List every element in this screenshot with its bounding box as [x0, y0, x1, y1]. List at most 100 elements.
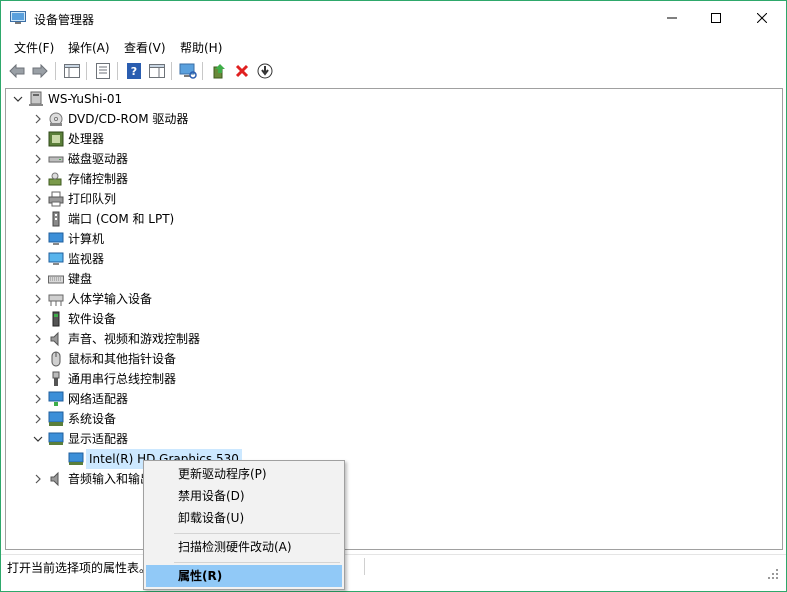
- expand-chevron-icon[interactable]: [31, 369, 45, 389]
- tree-category-label: DVD/CD-ROM 驱动器: [68, 112, 189, 126]
- action-pane-button[interactable]: [146, 60, 168, 82]
- hid-icon: [48, 294, 64, 306]
- maximize-icon: [711, 13, 721, 23]
- printer-icon: [48, 191, 64, 207]
- expand-chevron-icon[interactable]: [31, 189, 45, 209]
- computer-icon: [48, 232, 64, 245]
- status-divider: [364, 558, 365, 575]
- expand-chevron-icon[interactable]: [31, 249, 45, 269]
- forward-button[interactable]: [29, 60, 51, 82]
- status-bar: 打开当前选择项的属性表。: [1, 554, 786, 577]
- toolbar-separator: [117, 62, 118, 80]
- scan-hardware-icon: [179, 63, 197, 79]
- speaker-icon: [50, 331, 59, 347]
- expand-chevron-icon[interactable]: [31, 209, 45, 229]
- title-bar[interactable]: 设备管理器: [1, 1, 786, 35]
- menu-file[interactable]: 文件(F): [14, 39, 54, 56]
- svg-text:?: ?: [131, 65, 137, 78]
- back-arrow-icon: [9, 64, 25, 78]
- menu-item-label: 属性(R): [178, 569, 223, 583]
- update-driver-button[interactable]: [208, 60, 230, 82]
- expand-chevron-icon[interactable]: [31, 269, 45, 289]
- expand-chevron-icon[interactable]: [31, 389, 45, 409]
- uninstall-device-icon: [235, 64, 249, 78]
- collapse-chevron-icon[interactable]: [11, 89, 25, 109]
- monitor-icon: [48, 252, 64, 265]
- tree-category-label: 显示适配器: [68, 432, 129, 446]
- device-tree[interactable]: WS-YuShi-01 DVD/CD-ROM 驱动器 处理器 磁盘驱动器 存储控…: [5, 88, 783, 550]
- collapse-chevron-icon[interactable]: [31, 429, 45, 449]
- update-driver-menu-item[interactable]: 更新驱动程序(P): [146, 463, 342, 485]
- tree-category-label: 声音、视频和游戏控制器: [68, 332, 201, 346]
- menu-item-label: 禁用设备(D): [178, 489, 245, 503]
- tree-category-label: 处理器: [68, 132, 105, 146]
- network-adapter-icon: [48, 391, 64, 406]
- expand-chevron-icon[interactable]: [31, 469, 45, 489]
- tree-category-label: 鼠标和其他指针设备: [68, 352, 177, 366]
- tree-root-label: WS-YuShi-01: [48, 92, 123, 106]
- toolbar-separator: [202, 62, 203, 80]
- port-icon: [52, 211, 60, 227]
- display-adapter-icon: [68, 452, 84, 465]
- tree-category-label: 音频输入和输出: [68, 472, 153, 486]
- minimize-button[interactable]: [649, 1, 695, 35]
- expand-chevron-icon[interactable]: [31, 409, 45, 429]
- maximize-button[interactable]: [693, 1, 739, 35]
- speaker-icon: [50, 471, 59, 487]
- scan-hardware-button[interactable]: [177, 60, 199, 82]
- properties-button[interactable]: [92, 60, 114, 82]
- status-text: 打开当前选择项的属性表。: [7, 561, 152, 575]
- tree-category-label: 键盘: [68, 272, 93, 286]
- toolbar-separator: [86, 62, 87, 80]
- uninstall-device-button[interactable]: [231, 60, 253, 82]
- action-pane-icon: [149, 64, 165, 78]
- toolbar: ?: [1, 59, 786, 83]
- menu-view[interactable]: 查看(V): [124, 39, 166, 56]
- computer-host-icon: [29, 91, 43, 106]
- disk-drive-icon: [48, 156, 64, 163]
- close-button[interactable]: [739, 1, 785, 35]
- uninstall-device-menu-item[interactable]: 卸载设备(U): [146, 507, 342, 529]
- show-hide-console-tree-icon: [64, 64, 80, 78]
- scan-hardware-menu-item[interactable]: 扫描检测硬件改动(A): [146, 536, 342, 558]
- device-manager-window: 设备管理器 文件(F) 操作(A) 查看(V) 帮助(H) ? WS-YuShi…: [0, 0, 787, 592]
- expand-chevron-icon[interactable]: [31, 309, 45, 329]
- help-icon: ?: [127, 63, 141, 79]
- close-icon: [757, 13, 767, 23]
- help-button[interactable]: ?: [123, 60, 145, 82]
- expand-chevron-icon[interactable]: [31, 229, 45, 249]
- menu-bar: 文件(F) 操作(A) 查看(V) 帮助(H): [1, 37, 786, 57]
- show-hide-console-tree-button[interactable]: [61, 60, 83, 82]
- tree-category-label: 软件设备: [68, 312, 117, 326]
- expand-chevron-icon[interactable]: [31, 149, 45, 169]
- expand-chevron-icon[interactable]: [31, 289, 45, 309]
- tree-category-label: 系统设备: [68, 412, 117, 426]
- tree-category-label: 端口 (COM 和 LPT): [68, 212, 175, 226]
- menu-action[interactable]: 操作(A): [68, 39, 110, 56]
- usb-icon: [52, 371, 60, 386]
- tree-category-label: 通用串行总线控制器: [68, 372, 177, 386]
- display-adapter-icon: [48, 432, 64, 445]
- properties-sheet-icon: [96, 63, 110, 79]
- keyboard-icon: [48, 275, 64, 284]
- expand-chevron-icon[interactable]: [31, 349, 45, 369]
- menu-item-label: 更新驱动程序(P): [178, 467, 267, 481]
- tree-category-label: 存储控制器: [68, 172, 129, 186]
- window-title: 设备管理器: [34, 13, 95, 27]
- disable-device-button[interactable]: [254, 60, 276, 82]
- resize-grip-icon[interactable]: [766, 567, 780, 581]
- expand-chevron-icon[interactable]: [31, 109, 45, 129]
- toolbar-separator: [171, 62, 172, 80]
- menu-help[interactable]: 帮助(H): [180, 39, 222, 56]
- tree-category-label: 计算机: [68, 232, 105, 246]
- storage-controller-icon: [48, 172, 62, 186]
- disable-device-menu-item[interactable]: 禁用设备(D): [146, 485, 342, 507]
- back-button[interactable]: [6, 60, 28, 82]
- properties-menu-item[interactable]: 属性(R): [146, 565, 342, 587]
- context-menu: 更新驱动程序(P) 禁用设备(D) 卸载设备(U) 扫描检测硬件改动(A) 属性…: [143, 460, 345, 590]
- tree-category-label: 磁盘驱动器: [68, 152, 129, 166]
- update-driver-icon: [213, 64, 225, 79]
- expand-chevron-icon[interactable]: [31, 169, 45, 189]
- expand-chevron-icon[interactable]: [31, 129, 45, 149]
- expand-chevron-icon[interactable]: [31, 329, 45, 349]
